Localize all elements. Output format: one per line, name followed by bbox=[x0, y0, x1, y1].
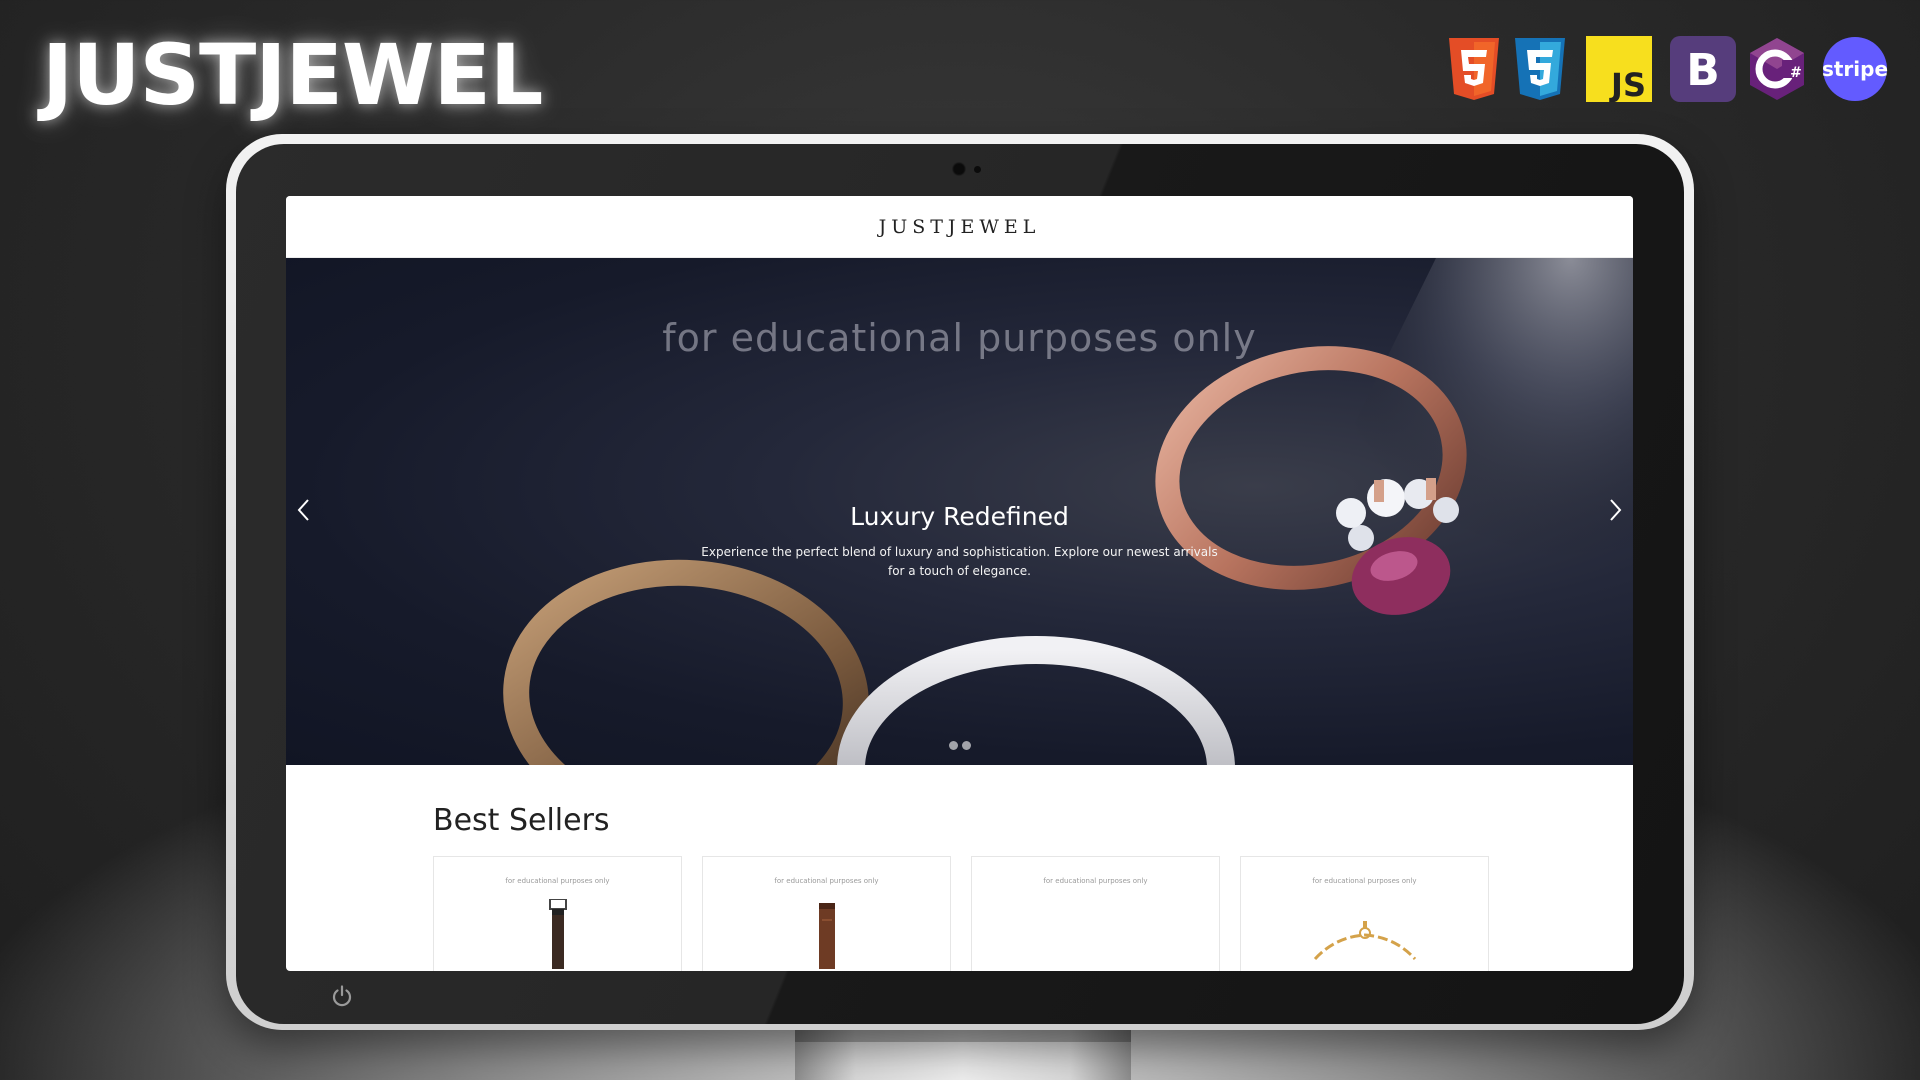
chevron-right-icon bbox=[1610, 499, 1622, 521]
javascript-icon: JS bbox=[1586, 36, 1652, 102]
product-image bbox=[434, 899, 681, 969]
product-watermark: for educational purposes only bbox=[1312, 877, 1417, 885]
svg-text:B: B bbox=[1686, 45, 1720, 96]
product-watermark: for educational purposes only bbox=[505, 877, 610, 885]
product-card[interactable]: for educational purposes only bbox=[433, 856, 682, 971]
best-sellers-section: Best Sellers for educational purposes on… bbox=[286, 765, 1633, 971]
stripe-icon: stripe bbox=[1822, 36, 1888, 102]
svg-text:JS: JS bbox=[1609, 66, 1646, 102]
carousel-prev-button[interactable] bbox=[290, 490, 320, 530]
csharp-icon: # bbox=[1746, 36, 1808, 102]
website-screen: JUSTJEWEL for educational purposes only … bbox=[286, 196, 1633, 971]
svg-text:stripe: stripe bbox=[1822, 57, 1888, 81]
product-watermark: for educational purposes only bbox=[1043, 877, 1148, 885]
chevron-left-icon bbox=[297, 499, 309, 521]
hero-carousel: for educational purposes only Luxury Red… bbox=[286, 258, 1633, 765]
carousel-indicator-1[interactable] bbox=[948, 741, 958, 750]
camera-led bbox=[974, 166, 981, 173]
product-card[interactable]: for educational purposes only bbox=[971, 856, 1220, 971]
product-card[interactable]: for educational purposes only bbox=[1240, 856, 1489, 971]
slide-title: Luxury Redefined bbox=[850, 502, 1069, 531]
best-sellers-title: Best Sellers bbox=[433, 803, 610, 838]
site-logo[interactable]: JUSTJEWEL bbox=[879, 216, 1041, 238]
product-watermark: for educational purposes only bbox=[774, 877, 879, 885]
css3-icon bbox=[1510, 36, 1570, 102]
power-icon[interactable] bbox=[330, 984, 354, 1008]
carousel-next-button[interactable] bbox=[1599, 490, 1629, 530]
monitor-stand-shadow bbox=[795, 1028, 1131, 1042]
banner-title: JUSTJEWEL bbox=[42, 26, 543, 124]
slide-caption: Luxury Redefined Experience the perfect … bbox=[286, 502, 1633, 581]
carousel-indicators bbox=[286, 741, 1633, 750]
bootstrap-icon: B bbox=[1670, 36, 1736, 102]
product-card[interactable]: for educational purposes only bbox=[702, 856, 951, 971]
slide-description: Experience the perfect blend of luxury a… bbox=[701, 545, 1218, 578]
site-header: JUSTJEWEL bbox=[286, 196, 1633, 258]
product-image bbox=[703, 899, 950, 969]
camera-lens bbox=[952, 162, 966, 176]
product-image bbox=[1241, 899, 1488, 969]
html5-icon bbox=[1444, 36, 1504, 102]
carousel-indicator-2[interactable] bbox=[961, 741, 971, 750]
product-grid: for educational purposes only for educat… bbox=[433, 856, 1633, 971]
hero-watermark: for educational purposes only bbox=[662, 316, 1257, 360]
svg-text:#: # bbox=[1790, 65, 1802, 81]
